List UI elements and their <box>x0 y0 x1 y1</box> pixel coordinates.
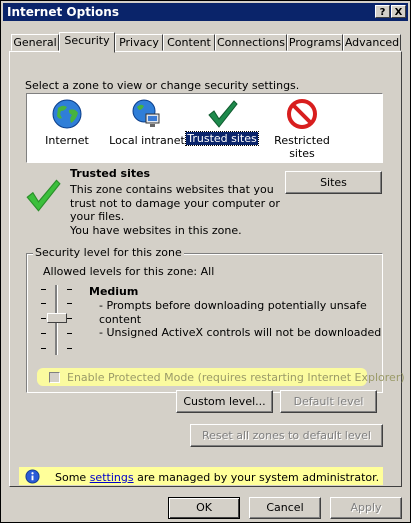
level-detail: - Prompts before downloading potentially… <box>99 299 367 312</box>
zone-info-line: your files. <box>70 210 125 223</box>
tab-programs[interactable]: Programs <box>287 34 343 51</box>
slider-tick <box>41 318 46 319</box>
slider-tick <box>67 303 72 304</box>
zone-info-line: This zone contains websites that you <box>70 183 274 196</box>
reset-all-zones-button[interactable]: Reset all zones to default level <box>190 424 383 447</box>
slider-tick <box>67 333 72 334</box>
protected-mode-label: Enable Protected Mode (requires restarti… <box>67 371 405 384</box>
tab-content[interactable]: Content <box>163 34 215 51</box>
zone-prompt: Select a zone to view or change security… <box>25 79 300 92</box>
slider-thumb[interactable] <box>47 313 67 323</box>
admin-notice-prefix: Some <box>55 471 90 484</box>
ok-button[interactable]: OK <box>168 497 240 519</box>
cancel-button[interactable]: Cancel <box>249 497 321 519</box>
slider-tick <box>41 348 46 349</box>
slider-tick <box>41 303 46 304</box>
restricted-icon <box>287 99 317 129</box>
zone-local-intranet[interactable]: Local intranet <box>107 94 187 162</box>
level-detail: content <box>99 312 142 326</box>
slider-tick <box>41 289 46 290</box>
slider-tick <box>67 318 72 319</box>
level-detail: - Unsigned ActiveX controls will not be … <box>99 326 382 339</box>
internet-options-window: Internet Options ? X General Security Pr… <box>0 0 411 523</box>
slider-tick <box>67 348 72 349</box>
window-title: Internet Options <box>7 5 119 19</box>
allowed-levels-text: Allowed levels for this zone: All <box>43 265 215 278</box>
zone-info-line: trust not to damage your computer or <box>70 196 280 210</box>
security-level-slider[interactable] <box>39 285 75 357</box>
zone-local-intranet-label: Local intranet <box>109 134 185 147</box>
zone-list: Internet Local intranet Trusted sites Re… <box>26 93 383 163</box>
security-level-name: Medium <box>89 285 139 298</box>
zone-restricted-sites[interactable]: Restricted sites <box>262 94 342 162</box>
sites-button[interactable]: Sites <box>285 171 382 194</box>
zone-info-title: Trusted sites <box>70 167 151 180</box>
zone-info-line: You have websites in this zone. <box>70 223 242 237</box>
zone-trusted-sites[interactable]: Trusted sites <box>182 94 262 162</box>
admin-notice: Some settings are managed by your system… <box>55 471 379 484</box>
tab-strip: General Security Privacy Content Connect… <box>9 32 402 53</box>
protected-mode-checkbox[interactable] <box>49 372 60 383</box>
title-bar: Internet Options ? X <box>3 3 408 21</box>
zone-restricted-sites-label: Restricted sites <box>274 134 330 160</box>
zone-trusted-sites-label: Trusted sites <box>185 131 259 146</box>
tab-advanced[interactable]: Advanced <box>343 34 401 51</box>
apply-button[interactable]: Apply <box>330 497 402 519</box>
tab-general[interactable]: General <box>11 34 59 51</box>
security-level-details: - Prompts before downloading potentially… <box>99 299 381 340</box>
tab-privacy[interactable]: Privacy <box>115 34 163 51</box>
slider-tick <box>41 333 46 334</box>
zone-internet[interactable]: Internet <box>27 94 107 162</box>
slider-tick <box>67 289 72 290</box>
security-level-group-title: Security level for this zone <box>33 246 184 259</box>
close-button[interactable]: X <box>391 5 406 18</box>
custom-level-button[interactable]: Custom level... <box>176 390 273 413</box>
default-level-button[interactable]: Default level <box>280 390 377 413</box>
tab-connections[interactable]: Connections <box>215 34 287 51</box>
tab-security[interactable]: Security <box>59 32 115 53</box>
help-button[interactable]: ? <box>375 5 390 18</box>
zone-info-description: This zone contains websites that you tru… <box>70 183 280 237</box>
settings-link[interactable]: settings <box>90 471 134 484</box>
zone-internet-label: Internet <box>45 134 89 147</box>
trusted-checkmark-icon <box>26 179 61 212</box>
info-icon <box>25 469 40 484</box>
globe-icon <box>52 99 82 129</box>
admin-notice-suffix: are managed by your system administrator… <box>133 471 380 484</box>
intranet-icon <box>132 99 160 127</box>
checkmark-icon <box>208 100 238 128</box>
